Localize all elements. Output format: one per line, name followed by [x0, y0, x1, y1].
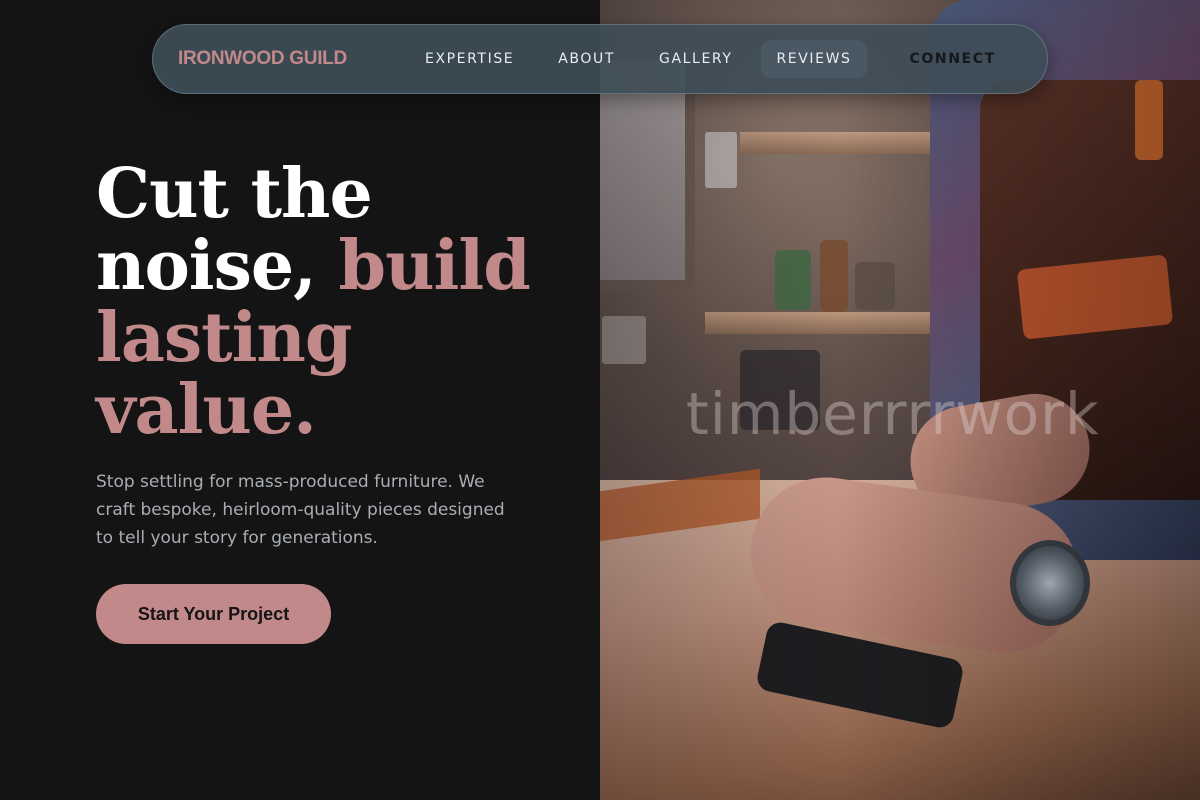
nav-link-connect[interactable]: CONNECT — [895, 40, 1011, 78]
hero-title-line1: Cut the — [96, 154, 373, 234]
top-navigation: IRONWOOD GUILD EXPERTISE ABOUT GALLERY R… — [152, 24, 1048, 94]
hero-title: Cut the noise, build lasting value. — [96, 158, 566, 446]
hero-description: Stop settling for mass-produced furnitur… — [96, 472, 505, 548]
nav-link-about[interactable]: ABOUT — [543, 40, 630, 78]
nav-link-expertise[interactable]: EXPERTISE — [410, 40, 529, 78]
nav-link-reviews[interactable]: REVIEWS — [761, 40, 867, 78]
brand-logo[interactable]: IRONWOOD GUILD — [178, 48, 410, 70]
start-project-button[interactable]: Start Your Project — [96, 584, 331, 644]
nav-links: EXPERTISE ABOUT GALLERY REVIEWS CONNECT — [410, 40, 1011, 78]
hero-title-accent-value: value. — [96, 370, 317, 450]
image-watermark: timberrrrwork — [686, 380, 1100, 448]
hero-photo: timberrrrwork — [600, 0, 1200, 800]
hero-title-line2a: noise, — [96, 226, 317, 306]
hero-title-accent-lasting: lasting — [96, 298, 352, 378]
nav-link-gallery[interactable]: GALLERY — [644, 40, 747, 78]
hero-title-accent-build: build — [338, 226, 531, 306]
